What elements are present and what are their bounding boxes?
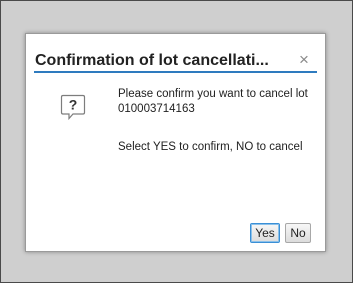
confirmation-dialog: Confirmation of lot cancellati... × ? Pl… [25,33,326,252]
close-icon[interactable]: × [295,51,313,69]
no-button[interactable]: No [285,223,311,243]
yes-button[interactable]: Yes [250,223,280,243]
question-icon-glyph: ? [69,97,78,113]
dialog-title: Confirmation of lot cancellati... [35,52,269,69]
question-icon: ? [60,94,86,120]
dialog-header: Confirmation of lot cancellati... × [34,46,317,73]
message-instruction-text: Select YES to confirm, NO to cancel [118,141,303,153]
dialog-message: Please confirm you want to cancel lot 01… [118,87,318,178]
message-confirm-text: Please confirm you want to cancel lot 01… [118,88,308,115]
